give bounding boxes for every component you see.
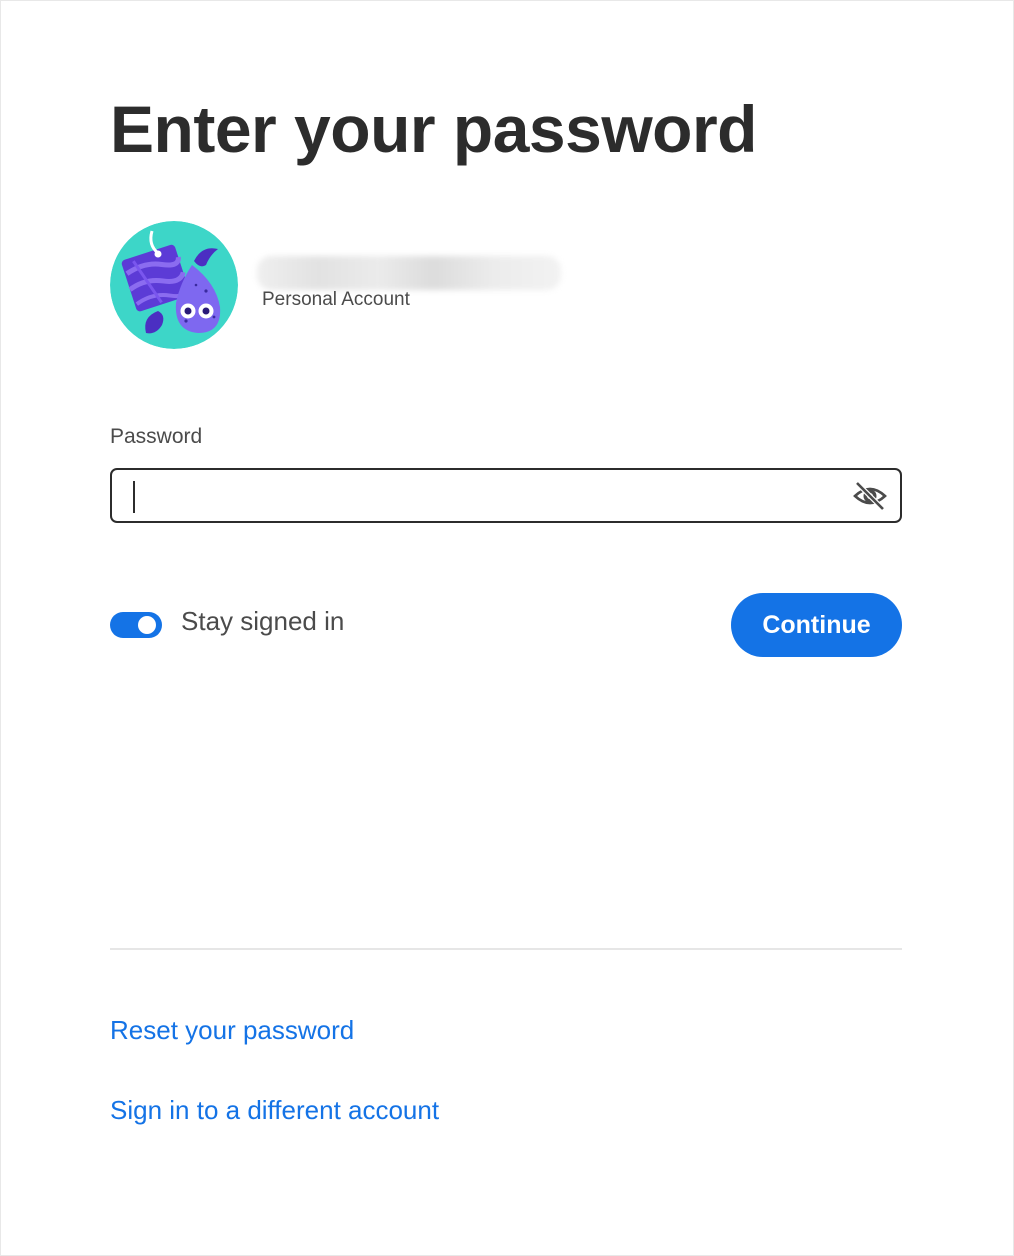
toggle-knob <box>138 616 156 634</box>
different-account-link[interactable]: Sign in to a different account <box>110 1095 439 1126</box>
avatar <box>110 221 238 349</box>
avatar-illustration-icon <box>110 221 238 349</box>
sign-in-panel: Enter your password Personal Account Pas… <box>0 0 1014 1256</box>
show-password-button[interactable] <box>852 478 888 514</box>
divider <box>110 948 902 950</box>
page-title: Enter your password <box>110 92 758 166</box>
text-caret <box>133 481 135 513</box>
account-type-label: Personal Account <box>262 289 410 310</box>
stay-signed-in-toggle[interactable] <box>110 612 162 638</box>
password-label: Password <box>110 425 203 448</box>
stay-signed-in-label: Stay signed in <box>181 606 345 636</box>
password-input[interactable] <box>126 470 826 521</box>
reset-password-link[interactable]: Reset your password <box>110 1015 354 1046</box>
eye-slash-icon <box>853 481 887 511</box>
password-field[interactable] <box>110 468 902 523</box>
account-email-redacted <box>257 256 561 290</box>
continue-button[interactable]: Continue <box>731 593 902 657</box>
